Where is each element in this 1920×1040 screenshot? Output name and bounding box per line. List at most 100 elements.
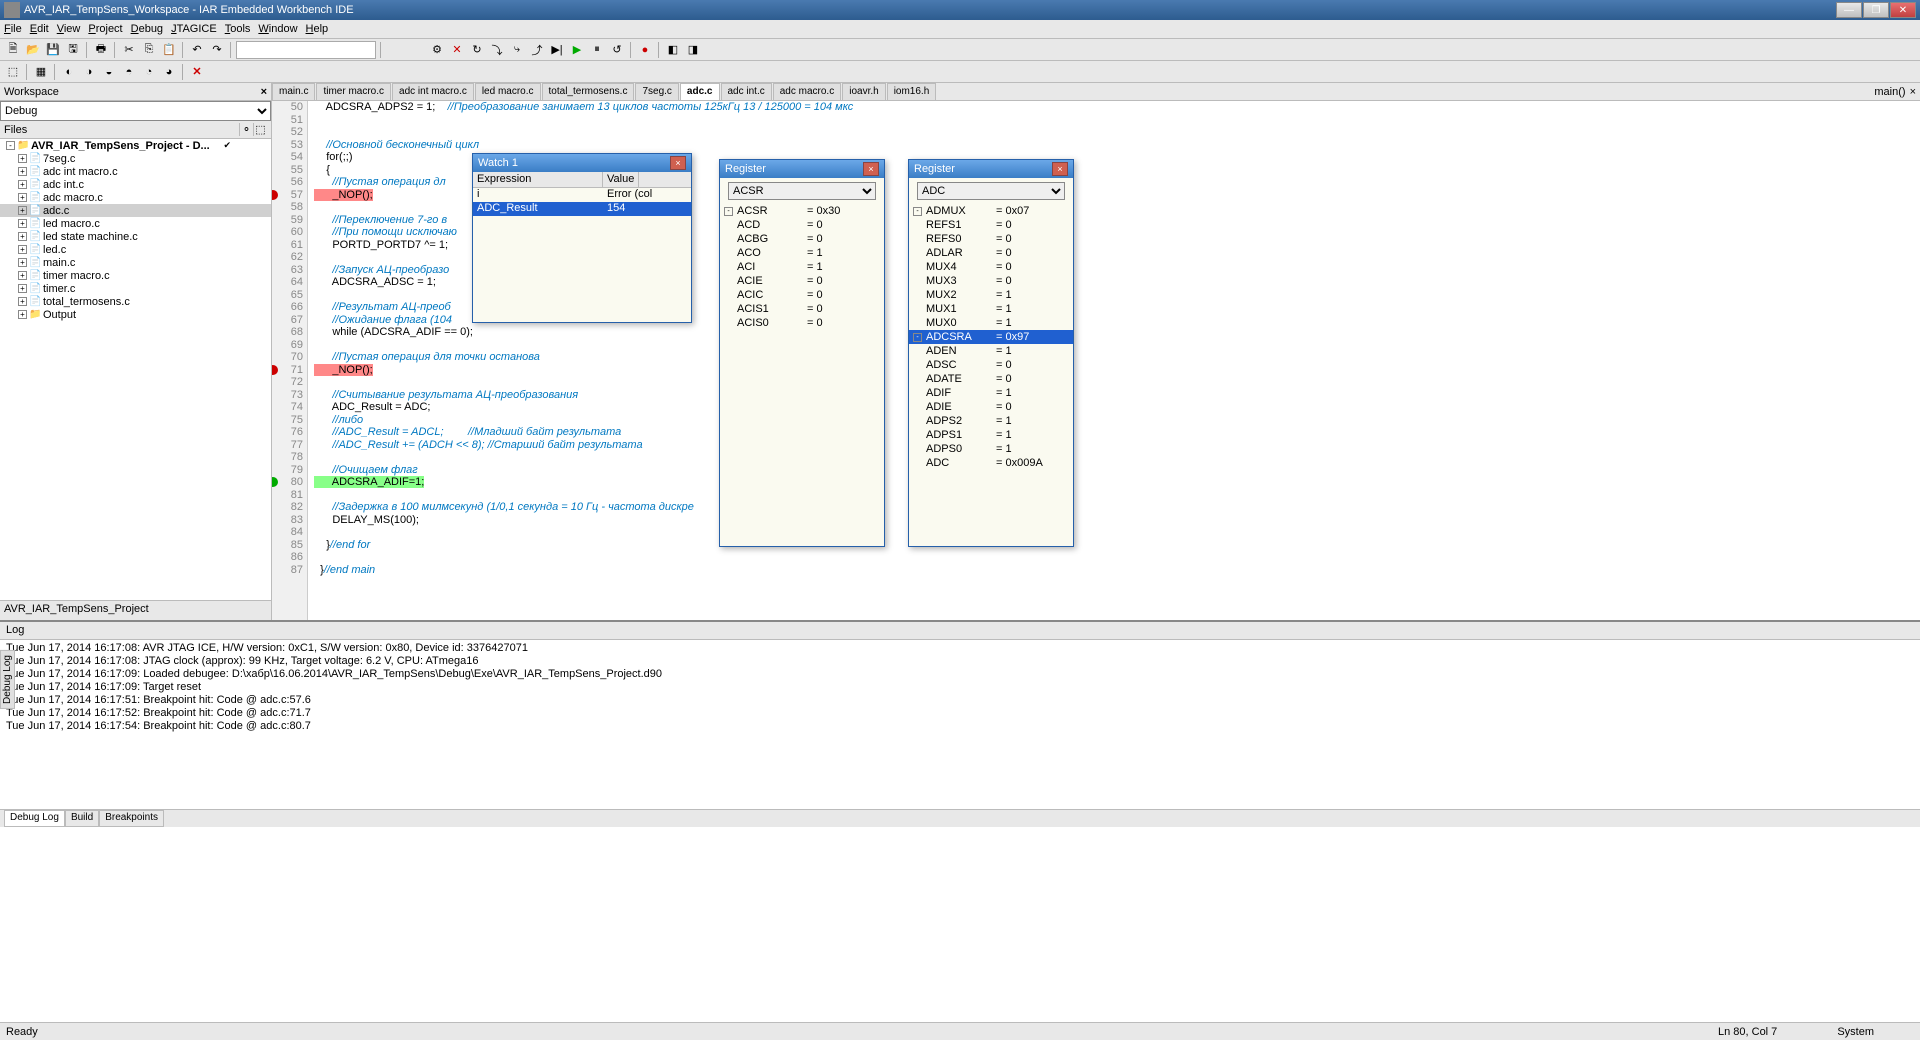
tool-c-icon[interactable]: ◐ [60,63,78,81]
register-row[interactable]: ADATE= 0 [909,372,1073,386]
watch-col-val[interactable]: Value [603,172,639,187]
editor-tab[interactable]: adc int macro.c [392,83,474,100]
redo-icon[interactable]: ↷ [208,41,226,59]
col1-icon[interactable]: ⚬ [239,123,253,136]
watch-col-expr[interactable]: Expression [473,172,603,187]
file-tree[interactable]: -📁AVR_IAR_TempSens_Project - D...✔+📄7seg… [0,139,271,600]
register-window-2[interactable]: Register× ADC -ADMUX= 0x07 REFS1= 0 REFS… [908,159,1074,547]
project-node[interactable]: -📁AVR_IAR_TempSens_Project - D...✔ [0,139,271,152]
register-window-1[interactable]: Register× ACSR -ACSR= 0x30 ACD= 0 ACBG= … [719,159,885,547]
copy-icon[interactable]: ⎘ [140,41,158,59]
editor-tab[interactable]: adc int.c [721,83,772,100]
step-into-icon[interactable]: ⤷ [508,41,526,59]
break-icon[interactable]: ⏸ [588,41,606,59]
tool-g-icon[interactable]: ◔ [140,63,158,81]
go-icon[interactable]: ▶ [568,41,586,59]
register-row[interactable]: ACD= 0 [720,218,884,232]
editor-tab[interactable]: adc.c [680,83,720,100]
register-row[interactable]: ACI= 1 [720,260,884,274]
tool-e-icon[interactable]: ◒ [100,63,118,81]
file-node[interactable]: +📄7seg.c [0,152,271,165]
register-row[interactable]: -ADCSRA= 0x97 [909,330,1073,344]
register-row[interactable]: ACIC= 0 [720,288,884,302]
open-icon[interactable]: 📂 [24,41,42,59]
log-tab[interactable]: Breakpoints [99,810,164,827]
register-row[interactable]: ACO= 1 [720,246,884,260]
tool-f-icon[interactable]: ◓ [120,63,138,81]
col2-icon[interactable]: ⬚ [253,123,267,136]
register-row[interactable]: MUX4= 0 [909,260,1073,274]
register-row[interactable]: ADEN= 1 [909,344,1073,358]
debug-log-side-tab[interactable]: Debug Log [0,650,15,709]
watch-close-icon[interactable]: × [670,156,686,170]
paste-icon[interactable]: 📋 [160,41,178,59]
workspace-close-icon[interactable]: × [261,86,267,98]
search-input[interactable] [236,41,376,59]
register-row[interactable]: MUX0= 1 [909,316,1073,330]
tool-a-icon[interactable]: ⬚ [4,63,22,81]
tab-close-icon[interactable]: × [1910,86,1916,98]
reset-icon[interactable]: ↻ [468,41,486,59]
tool-b-icon[interactable]: ▦ [32,63,50,81]
undo-icon[interactable]: ↶ [188,41,206,59]
menu-tools[interactable]: Tools [225,23,251,35]
menu-edit[interactable]: Edit [30,23,49,35]
menu-jtagice[interactable]: JTAGICE [171,23,217,35]
file-node[interactable]: +📄timer.c [0,282,271,295]
config-select[interactable]: Debug [0,101,271,121]
register-row[interactable]: ADSC= 0 [909,358,1073,372]
reg1-close-icon[interactable]: × [863,162,879,176]
file-node[interactable]: +📄main.c [0,256,271,269]
menu-file[interactable]: File [4,23,22,35]
misc1-icon[interactable]: ◧ [664,41,682,59]
close-button[interactable]: ✕ [1890,2,1916,18]
save-all-icon[interactable]: 🖫 [64,41,82,59]
editor-tab[interactable]: main.c [272,83,315,100]
register-row[interactable]: MUX2= 1 [909,288,1073,302]
toggle-bp-icon[interactable]: ● [636,41,654,59]
editor-tab[interactable]: timer macro.c [316,83,391,100]
step-out-icon[interactable]: ⤴ [528,41,546,59]
register-row[interactable]: ADIF= 1 [909,386,1073,400]
log-tab[interactable]: Debug Log [4,810,65,827]
register-row[interactable]: ADPS0= 1 [909,442,1073,456]
editor-tab[interactable]: 7seg.c [635,83,678,100]
new-file-icon[interactable]: 🗎 [4,41,22,59]
print-icon[interactable]: 🖶 [92,41,110,59]
file-node[interactable]: +📄led.c [0,243,271,256]
tool-h-icon[interactable]: ◕ [160,63,178,81]
file-node[interactable]: +📄adc macro.c [0,191,271,204]
register-row[interactable]: ADPS2= 1 [909,414,1073,428]
register-row[interactable]: ACIS0= 0 [720,316,884,330]
register-row[interactable]: ADLAR= 0 [909,246,1073,260]
editor-tab[interactable]: ioavr.h [842,83,885,100]
maximize-button[interactable]: ❐ [1863,2,1889,18]
register-row[interactable]: ACBG= 0 [720,232,884,246]
file-node[interactable]: +📄adc int.c [0,178,271,191]
log-tab[interactable]: Build [65,810,99,827]
register-row[interactable]: MUX1= 1 [909,302,1073,316]
file-node[interactable]: +📁Output [0,308,271,321]
register-row[interactable]: -ADMUX= 0x07 [909,204,1073,218]
register-row[interactable]: ACIE= 0 [720,274,884,288]
function-dropdown[interactable]: main() [1874,86,1905,98]
file-node[interactable]: +📄total_termosens.c [0,295,271,308]
tool-x-icon[interactable]: ✕ [188,63,206,81]
save-icon[interactable]: 💾 [44,41,62,59]
register-row[interactable]: ADPS1= 1 [909,428,1073,442]
register-row[interactable]: MUX3= 0 [909,274,1073,288]
menu-help[interactable]: Help [306,23,329,35]
register-row[interactable]: REFS0= 0 [909,232,1073,246]
reg1-select[interactable]: ACSR [728,182,876,200]
watch-row[interactable]: iError (col [473,188,691,202]
editor-tab[interactable]: led macro.c [475,83,541,100]
file-node[interactable]: +📄timer macro.c [0,269,271,282]
register-row[interactable]: -ACSR= 0x30 [720,204,884,218]
tool-d-icon[interactable]: ◑ [80,63,98,81]
file-node[interactable]: +📄led state machine.c [0,230,271,243]
register-row[interactable]: REFS1= 0 [909,218,1073,232]
misc2-icon[interactable]: ◨ [684,41,702,59]
register-row[interactable]: ADC= 0x009A [909,456,1073,470]
editor-tab[interactable]: total_termosens.c [542,83,635,100]
register-row[interactable]: ACIS1= 0 [720,302,884,316]
